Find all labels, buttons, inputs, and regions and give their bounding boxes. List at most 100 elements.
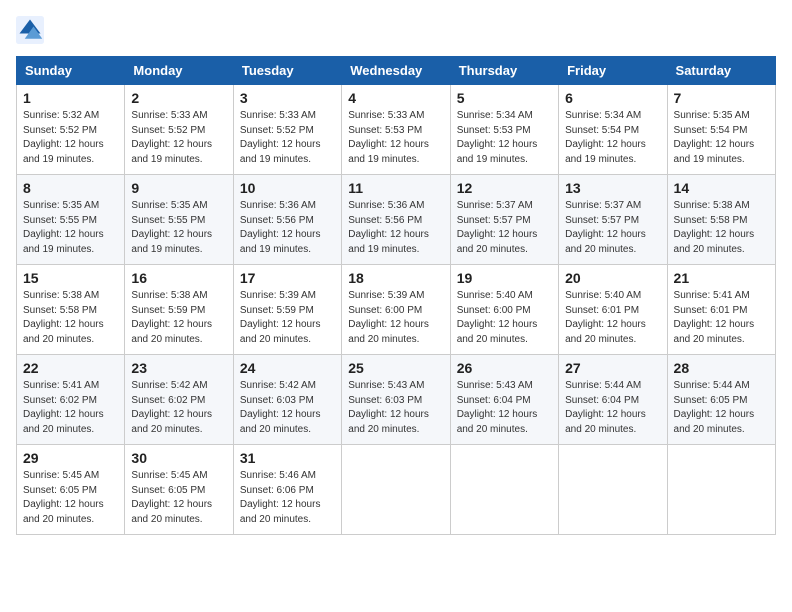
day-number: 21: [674, 270, 769, 286]
day-number: 4: [348, 90, 443, 106]
day-cell: 21 Sunrise: 5:41 AM Sunset: 6:01 PM Dayli…: [667, 265, 775, 355]
week-row-4: 22 Sunrise: 5:41 AM Sunset: 6:02 PM Dayli…: [17, 355, 776, 445]
day-number: 6: [565, 90, 660, 106]
day-cell: 22 Sunrise: 5:41 AM Sunset: 6:02 PM Dayli…: [17, 355, 125, 445]
day-cell: 2 Sunrise: 5:33 AM Sunset: 5:52 PM Daylig…: [125, 85, 233, 175]
day-info: Sunrise: 5:38 AM Sunset: 5:59 PM Dayligh…: [131, 289, 226, 347]
day-info: Sunrise: 5:34 AM Sunset: 5:53 PM Dayligh…: [457, 109, 552, 167]
day-info: Sunrise: 5:41 AM Sunset: 6:01 PM Dayligh…: [674, 289, 769, 347]
day-number: 18: [348, 270, 443, 286]
logo-icon: [16, 16, 44, 44]
day-cell: [559, 445, 667, 535]
day-cell: 12Sunrise: 5:37 AM Sunset: 5:57 PM Dayli…: [450, 175, 558, 265]
day-number: 14: [674, 180, 769, 196]
day-info: Sunrise: 5:43 AM Sunset: 6:04 PM Dayligh…: [457, 379, 552, 437]
day-info: Sunrise: 5:35 AM Sunset: 5:54 PM Dayligh…: [674, 109, 769, 167]
day-info: Sunrise: 5:35 AM Sunset: 5:55 PM Dayligh…: [23, 199, 118, 257]
week-row-2: 8Sunrise: 5:35 AM Sunset: 5:55 PM Daylig…: [17, 175, 776, 265]
week-row-1: 1 Sunrise: 5:32 AM Sunset: 5:52 PM Daylig…: [17, 85, 776, 175]
day-number: 13: [565, 180, 660, 196]
day-info: Sunrise: 5:33 AM Sunset: 5:52 PM Dayligh…: [240, 109, 335, 167]
day-info: Sunrise: 5:34 AM Sunset: 5:54 PM Dayligh…: [565, 109, 660, 167]
header-cell-thursday: Thursday: [450, 57, 558, 85]
day-cell: [450, 445, 558, 535]
day-cell: [342, 445, 450, 535]
day-number: 19: [457, 270, 552, 286]
day-info: Sunrise: 5:36 AM Sunset: 5:56 PM Dayligh…: [348, 199, 443, 257]
header-cell-friday: Friday: [559, 57, 667, 85]
day-info: Sunrise: 5:42 AM Sunset: 6:02 PM Dayligh…: [131, 379, 226, 437]
day-info: Sunrise: 5:32 AM Sunset: 5:52 PM Dayligh…: [23, 109, 118, 167]
day-number: 5: [457, 90, 552, 106]
day-cell: 16 Sunrise: 5:38 AM Sunset: 5:59 PM Dayli…: [125, 265, 233, 355]
day-info: Sunrise: 5:37 AM Sunset: 5:57 PM Dayligh…: [457, 199, 552, 257]
day-number: 7: [674, 90, 769, 106]
day-info: Sunrise: 5:39 AM Sunset: 6:00 PM Dayligh…: [348, 289, 443, 347]
day-cell: 4Sunrise: 5:33 AM Sunset: 5:53 PM Daylig…: [342, 85, 450, 175]
logo: [16, 16, 48, 44]
day-number: 24: [240, 360, 335, 376]
day-info: Sunrise: 5:40 AM Sunset: 6:01 PM Dayligh…: [565, 289, 660, 347]
calendar-table: SundayMondayTuesdayWednesdayThursdayFrid…: [16, 56, 776, 535]
header-cell-monday: Monday: [125, 57, 233, 85]
day-info: Sunrise: 5:41 AM Sunset: 6:02 PM Dayligh…: [23, 379, 118, 437]
day-cell: 13 Sunrise: 5:37 AM Sunset: 5:57 PM Dayli…: [559, 175, 667, 265]
day-number: 10: [240, 180, 335, 196]
day-info: Sunrise: 5:40 AM Sunset: 6:00 PM Dayligh…: [457, 289, 552, 347]
day-info: Sunrise: 5:36 AM Sunset: 5:56 PM Dayligh…: [240, 199, 335, 257]
day-number: 20: [565, 270, 660, 286]
page-header: [16, 16, 776, 44]
day-info: Sunrise: 5:38 AM Sunset: 5:58 PM Dayligh…: [23, 289, 118, 347]
day-cell: 1 Sunrise: 5:32 AM Sunset: 5:52 PM Daylig…: [17, 85, 125, 175]
day-info: Sunrise: 5:43 AM Sunset: 6:03 PM Dayligh…: [348, 379, 443, 437]
day-info: Sunrise: 5:45 AM Sunset: 6:05 PM Dayligh…: [131, 469, 226, 527]
day-number: 22: [23, 360, 118, 376]
day-cell: 30 Sunrise: 5:45 AM Sunset: 6:05 PM Dayli…: [125, 445, 233, 535]
day-cell: 10 Sunrise: 5:36 AM Sunset: 5:56 PM Dayli…: [233, 175, 341, 265]
day-number: 30: [131, 450, 226, 466]
day-cell: 20 Sunrise: 5:40 AM Sunset: 6:01 PM Dayli…: [559, 265, 667, 355]
day-info: Sunrise: 5:35 AM Sunset: 5:55 PM Dayligh…: [131, 199, 226, 257]
day-cell: 25 Sunrise: 5:43 AM Sunset: 6:03 PM Dayli…: [342, 355, 450, 445]
day-cell: 28 Sunrise: 5:44 AM Sunset: 6:05 PM Dayli…: [667, 355, 775, 445]
week-row-5: 29 Sunrise: 5:45 AM Sunset: 6:05 PM Dayli…: [17, 445, 776, 535]
day-cell: 31 Sunrise: 5:46 AM Sunset: 6:06 PM Dayli…: [233, 445, 341, 535]
day-number: 25: [348, 360, 443, 376]
day-cell: 5 Sunrise: 5:34 AM Sunset: 5:53 PM Daylig…: [450, 85, 558, 175]
day-info: Sunrise: 5:39 AM Sunset: 5:59 PM Dayligh…: [240, 289, 335, 347]
day-cell: 27 Sunrise: 5:44 AM Sunset: 6:04 PM Dayli…: [559, 355, 667, 445]
day-info: Sunrise: 5:44 AM Sunset: 6:04 PM Dayligh…: [565, 379, 660, 437]
day-number: 31: [240, 450, 335, 466]
header-cell-tuesday: Tuesday: [233, 57, 341, 85]
header-cell-saturday: Saturday: [667, 57, 775, 85]
day-info: Sunrise: 5:42 AM Sunset: 6:03 PM Dayligh…: [240, 379, 335, 437]
day-number: 26: [457, 360, 552, 376]
day-cell: 17 Sunrise: 5:39 AM Sunset: 5:59 PM Dayli…: [233, 265, 341, 355]
day-info: Sunrise: 5:33 AM Sunset: 5:52 PM Dayligh…: [131, 109, 226, 167]
day-cell: 18 Sunrise: 5:39 AM Sunset: 6:00 PM Dayli…: [342, 265, 450, 355]
day-cell: 8Sunrise: 5:35 AM Sunset: 5:55 PM Daylig…: [17, 175, 125, 265]
day-cell: [667, 445, 775, 535]
day-info: Sunrise: 5:45 AM Sunset: 6:05 PM Dayligh…: [23, 469, 118, 527]
day-info: Sunrise: 5:44 AM Sunset: 6:05 PM Dayligh…: [674, 379, 769, 437]
day-cell: 3 Sunrise: 5:33 AM Sunset: 5:52 PM Daylig…: [233, 85, 341, 175]
day-info: Sunrise: 5:46 AM Sunset: 6:06 PM Dayligh…: [240, 469, 335, 527]
day-number: 17: [240, 270, 335, 286]
day-number: 29: [23, 450, 118, 466]
day-cell: 7 Sunrise: 5:35 AM Sunset: 5:54 PM Daylig…: [667, 85, 775, 175]
day-number: 23: [131, 360, 226, 376]
day-cell: 26 Sunrise: 5:43 AM Sunset: 6:04 PM Dayli…: [450, 355, 558, 445]
day-number: 2: [131, 90, 226, 106]
day-number: 16: [131, 270, 226, 286]
day-number: 28: [674, 360, 769, 376]
day-number: 3: [240, 90, 335, 106]
day-number: 15: [23, 270, 118, 286]
day-cell: 14 Sunrise: 5:38 AM Sunset: 5:58 PM Dayli…: [667, 175, 775, 265]
day-cell: 24 Sunrise: 5:42 AM Sunset: 6:03 PM Dayli…: [233, 355, 341, 445]
day-cell: 6 Sunrise: 5:34 AM Sunset: 5:54 PM Daylig…: [559, 85, 667, 175]
day-cell: 29 Sunrise: 5:45 AM Sunset: 6:05 PM Dayli…: [17, 445, 125, 535]
day-info: Sunrise: 5:38 AM Sunset: 5:58 PM Dayligh…: [674, 199, 769, 257]
day-info: Sunrise: 5:37 AM Sunset: 5:57 PM Dayligh…: [565, 199, 660, 257]
day-number: 1: [23, 90, 118, 106]
day-number: 27: [565, 360, 660, 376]
